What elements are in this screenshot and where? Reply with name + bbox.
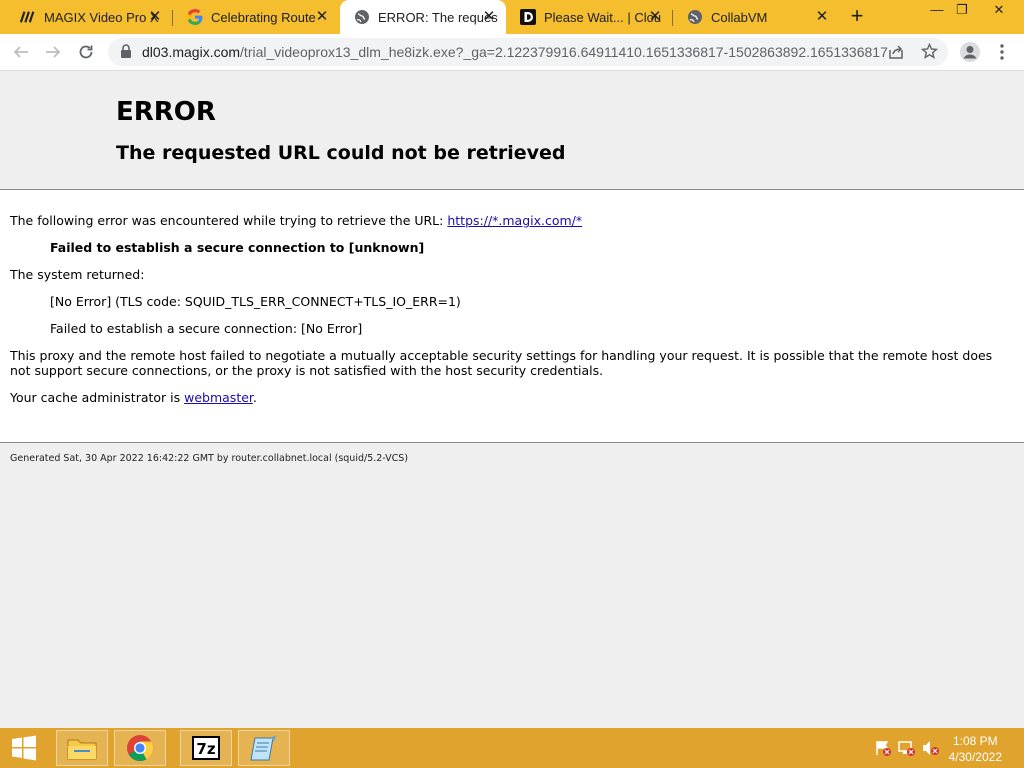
error-body: The following error was encountered whil…: [0, 190, 1024, 443]
tab-title: ERROR: The reques: [378, 9, 498, 25]
tab-magix[interactable]: MAGIX Video Pro X ✕: [6, 0, 172, 34]
admin-prefix: Your cache administrator is: [10, 390, 185, 405]
google-icon: [187, 9, 203, 25]
restore-button[interactable]: ❐: [947, 0, 977, 22]
d-logo-icon: [520, 9, 536, 25]
close-icon[interactable]: ✕: [648, 9, 662, 24]
reload-button[interactable]: [74, 40, 98, 64]
error-header: ERROR The requested URL could not be ret…: [0, 71, 1024, 190]
tab-title: CollabVM: [711, 9, 768, 25]
avatar-icon: [960, 42, 980, 62]
system-returned-label: The system returned:: [10, 267, 145, 282]
back-button[interactable]: [9, 40, 33, 64]
notepad-icon: [250, 735, 276, 761]
profile-button[interactable]: [958, 40, 982, 64]
close-icon[interactable]: ✕: [815, 9, 829, 24]
globe-icon: [354, 9, 370, 25]
action-center-flag-icon[interactable]: [874, 740, 892, 756]
url-path: /trial_videoprox13_dlm_he8izk.exe?_ga=2.…: [240, 44, 888, 60]
7zip-button[interactable]: 7z: [180, 730, 232, 766]
tab-error-active[interactable]: ERROR: The reques ✕: [340, 0, 506, 34]
chrome-icon: [127, 735, 154, 762]
intro-paragraph: The following error was encountered whil…: [10, 213, 582, 228]
url-text[interactable]: dl03.magix.com/trial_videoprox13_dlm_he8…: [142, 44, 888, 60]
forward-arrow-icon: [46, 46, 61, 58]
magix-icon: [20, 9, 36, 25]
svg-text:7z: 7z: [196, 740, 215, 758]
url-host: dl03.magix.com: [142, 44, 241, 60]
reload-icon: [79, 45, 93, 59]
browser-toolbar: dl03.magix.com/trial_videoprox13_dlm_he8…: [0, 34, 1024, 71]
menu-button[interactable]: [990, 40, 1014, 64]
tab-please-wait[interactable]: Please Wait... | Clou ✕: [506, 0, 672, 34]
back-arrow-icon: [13, 46, 28, 58]
tab-title: Celebrating Route: [211, 9, 316, 25]
system-message-line1: [No Error] (TLS code: SQUID_TLS_ERR_CONN…: [50, 294, 461, 309]
page-content: ERROR The requested URL could not be ret…: [0, 71, 1024, 728]
tab-title: Please Wait... | Clou: [544, 9, 662, 25]
admin-suffix: .: [252, 390, 257, 405]
tab-google[interactable]: Celebrating Route ✕: [173, 0, 339, 34]
chrome-button[interactable]: [114, 730, 166, 766]
7zip-icon: 7z: [192, 736, 220, 760]
footer-text: Generated Sat, 30 Apr 2022 16:42:22 GMT …: [10, 453, 409, 464]
address-bar[interactable]: dl03.magix.com/trial_videoprox13_dlm_he8…: [108, 38, 948, 66]
volume-muted-icon[interactable]: [922, 740, 940, 756]
intro-text: The following error was encountered whil…: [10, 213, 448, 228]
tab-strip: MAGIX Video Pro X ✕ Celebrating Route ✕ …: [0, 0, 1024, 34]
network-icon[interactable]: [898, 740, 916, 756]
share-icon[interactable]: [888, 44, 904, 65]
kebab-menu-icon: [1000, 44, 1004, 60]
error-title: Failed to establish a secure connection …: [50, 240, 425, 255]
taskbar-clock[interactable]: 1:08 PM 4/30/2022: [949, 733, 1002, 765]
tab-collabvm[interactable]: CollabVM ✕: [673, 0, 839, 34]
admin-paragraph: Your cache administrator is webmaster.: [10, 390, 257, 405]
close-icon[interactable]: ✕: [315, 9, 329, 24]
clock-date: 4/30/2022: [948, 750, 1002, 764]
error-url-link[interactable]: https://*.magix.com/*: [447, 213, 582, 228]
webmaster-link[interactable]: webmaster: [184, 390, 253, 405]
new-tab-button[interactable]: +: [845, 5, 869, 29]
windows-logo-icon: [12, 735, 36, 761]
folder-icon: [67, 739, 97, 760]
page-title: ERROR: [116, 97, 216, 127]
tab-title: MAGIX Video Pro X: [44, 9, 159, 25]
page-subtitle: The requested URL could not be retrieved: [116, 142, 566, 164]
start-button[interactable]: [0, 730, 48, 766]
clock-time: 1:08 PM: [952, 734, 998, 748]
system-message-line2: Failed to establish a secure connection:…: [50, 321, 363, 336]
notepad-button[interactable]: [238, 730, 290, 766]
lock-icon[interactable]: [120, 44, 132, 64]
file-explorer-button[interactable]: [56, 730, 108, 766]
close-icon[interactable]: ✕: [148, 9, 162, 24]
taskbar: 7z 1:08 PM 4/30/2022: [0, 728, 1024, 768]
bookmark-star-icon[interactable]: [920, 42, 939, 65]
explanation-paragraph: This proxy and the remote host failed to…: [10, 348, 993, 378]
forward-button[interactable]: [41, 40, 65, 64]
close-window-button[interactable]: ✕: [984, 0, 1014, 22]
globe-icon: [687, 9, 703, 25]
close-icon[interactable]: ✕: [482, 9, 496, 24]
